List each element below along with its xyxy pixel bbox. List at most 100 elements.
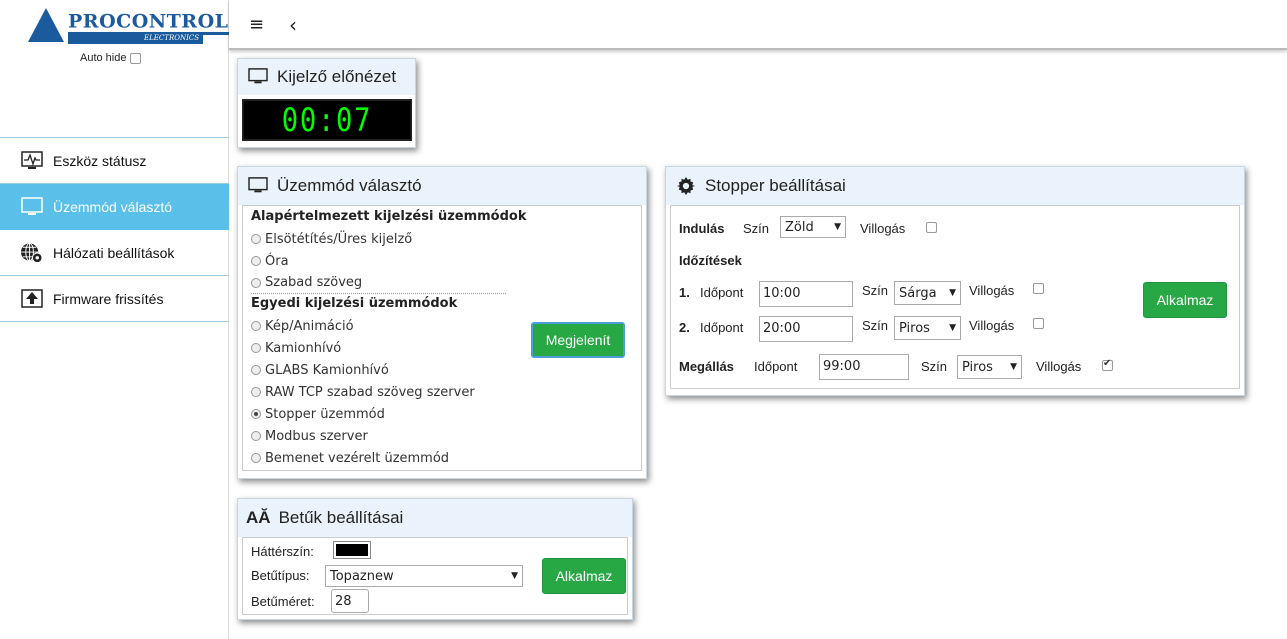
sidebar-item-device-status[interactable]: Eszköz státusz: [0, 138, 229, 184]
custom-modes-heading: Egyedi kijelzési üzemmódok: [251, 296, 458, 311]
led-display: 00:07: [242, 99, 412, 141]
sidebar-item-label: Hálózati beállítások: [53, 244, 175, 261]
logo-sub: ELECTRONICS: [68, 33, 203, 44]
time-label: Időpont: [754, 359, 798, 374]
bg-color-fill: [336, 544, 368, 556]
mode-radio[interactable]: GLABS Kamionhívó: [251, 359, 641, 381]
timings-heading: Időzítések: [679, 253, 742, 268]
radio-button[interactable]: [251, 409, 261, 419]
timing-2-number: 2.: [679, 320, 690, 335]
chevron-down-icon: ▼: [949, 323, 956, 333]
panel-title: Üzemmód választó: [277, 176, 422, 195]
timing-2-color-select[interactable]: Piros ▼: [894, 316, 961, 340]
hamburger-menu-icon[interactable]: ≡: [249, 16, 264, 34]
chevron-down-icon: ▼: [1010, 362, 1017, 372]
monitor-icon: [246, 67, 269, 87]
panel-header: Kijelző előnézet: [238, 59, 415, 95]
font-size-input[interactable]: 28: [331, 589, 369, 613]
chevron-down-icon: ▼: [834, 222, 841, 232]
auto-hide-toggle[interactable]: Auto hide: [80, 52, 142, 64]
radio-button[interactable]: [251, 277, 261, 288]
radio-button[interactable]: [251, 343, 261, 353]
show-button[interactable]: Megjelenít: [531, 322, 625, 358]
font-size-label: Betűméret:: [251, 594, 315, 609]
font-body: Háttérszín: Betűtípus: Topaznew ▼ Betűmér…: [242, 537, 628, 615]
monitor-icon: [246, 176, 269, 196]
mode-radio[interactable]: Elsötétítés/Üres kijelző: [251, 228, 641, 250]
timing-1-color-select[interactable]: Sárga ▼: [894, 281, 961, 305]
sidebar: PROCONTROL® ELECTRONICS Auto hide Eszköz…: [0, 0, 236, 639]
mode-radio[interactable]: Bemenet vezérelt üzemmód: [251, 447, 641, 469]
logo-triangle-icon: [28, 8, 64, 42]
top-bar: ≡ ‹: [229, 0, 1287, 50]
logo-name: PROCONTROL®: [68, 8, 236, 36]
timing-1-blink-checkbox[interactable]: [1033, 283, 1044, 294]
chevron-down-icon: ▼: [511, 571, 518, 581]
font-select[interactable]: Topaznew ▼: [325, 565, 523, 587]
stopper-settings-panel: Stopper beállításai Indulás Szín Zöld ▼ V…: [665, 166, 1245, 396]
back-chevron-icon[interactable]: ‹: [289, 13, 297, 37]
radio-button[interactable]: [251, 234, 261, 244]
auto-hide-label: Auto hide: [80, 52, 127, 64]
radio-button[interactable]: [251, 431, 261, 441]
stop-label: Megállás: [679, 359, 734, 374]
bg-color-swatch[interactable]: [333, 541, 371, 559]
timing-1-time-input[interactable]: 10:00: [759, 281, 853, 307]
blink-label: Villogás: [860, 221, 906, 236]
timing-2-time-input[interactable]: 20:00: [759, 316, 853, 342]
blink-label: Villogás: [969, 283, 1015, 298]
start-label: Indulás: [679, 221, 725, 236]
mode-selector-panel: Üzemmód választó Alapértelmezett kijelzé…: [237, 166, 647, 479]
panel-title: Kijelző előnézet: [277, 67, 397, 86]
timing-2-blink-checkbox[interactable]: [1033, 318, 1044, 329]
font-icon: AĂ: [246, 508, 271, 527]
mode-radio[interactable]: Óra: [251, 250, 641, 272]
panel-header: Üzemmód választó: [238, 167, 646, 205]
color-label: Szín: [862, 318, 889, 333]
timing-1-number: 1.: [679, 285, 690, 300]
sidebar-menu: Eszköz státusz Üzemmód választó Hálózati…: [0, 137, 229, 322]
mode-radio[interactable]: Szabad szöveg: [251, 272, 506, 294]
radio-button[interactable]: [251, 256, 261, 266]
radio-button[interactable]: [251, 453, 261, 463]
color-label: Szín: [921, 359, 948, 374]
sidebar-item-label: Eszköz státusz: [53, 152, 147, 169]
stop-color-select[interactable]: Piros ▼: [957, 355, 1022, 379]
auto-hide-checkbox[interactable]: [130, 52, 142, 64]
panel-header: Stopper beállításai: [666, 167, 1244, 205]
sidebar-item-firmware-update[interactable]: Firmware frissítés: [0, 276, 229, 322]
activity-monitor-icon: [20, 150, 43, 171]
monitor-icon: [20, 196, 43, 217]
mode-radio[interactable]: RAW TCP szabad szöveg szerver: [251, 381, 641, 403]
apply-stopper-button[interactable]: Alkalmaz: [1143, 282, 1227, 318]
sidebar-item-label: Üzemmód választó: [53, 198, 173, 215]
gear-icon: [674, 176, 697, 196]
sidebar-item-mode-selector[interactable]: Üzemmód választó: [0, 184, 229, 230]
mode-radio-selected[interactable]: Stopper üzemmód: [251, 403, 641, 425]
color-label: Szín: [862, 283, 889, 298]
globe-gear-icon: [20, 242, 43, 263]
sidebar-item-label: Firmware frissítés: [53, 290, 164, 307]
stop-blink-checkbox[interactable]: [1102, 358, 1113, 371]
radio-button[interactable]: [251, 387, 261, 397]
panel-title: Stopper beállításai: [705, 176, 846, 195]
mode-body: Alapértelmezett kijelzési üzemmódok Elsö…: [242, 205, 642, 471]
procontrol-logo[interactable]: PROCONTROL® ELECTRONICS: [28, 8, 236, 46]
font-label: Betűtípus:: [251, 568, 310, 583]
color-label: Szín: [743, 221, 770, 236]
start-color-select[interactable]: Zöld ▼: [780, 216, 846, 238]
panel-title: Betűk beállításai: [278, 508, 404, 527]
stopper-body: Indulás Szín Zöld ▼ Villogás Időzítések 1…: [670, 205, 1240, 389]
apply-font-button[interactable]: Alkalmaz: [542, 558, 626, 594]
bg-color-label: Háttérszín:: [251, 544, 314, 559]
sidebar-item-network-settings[interactable]: Hálózati beállítások: [0, 230, 229, 276]
stop-time-input[interactable]: 99:00: [819, 354, 909, 380]
panel-header: AĂ Betűk beállításai: [238, 499, 632, 537]
radio-button[interactable]: [251, 365, 261, 375]
radio-button[interactable]: [251, 321, 261, 331]
font-settings-panel: AĂ Betűk beállításai Háttérszín: Betűtíp…: [237, 498, 633, 620]
mode-radio[interactable]: Modbus szerver: [251, 425, 641, 447]
blink-label: Villogás: [1036, 359, 1082, 374]
time-label: Időpont: [700, 285, 744, 300]
start-blink-checkbox[interactable]: [926, 222, 937, 233]
